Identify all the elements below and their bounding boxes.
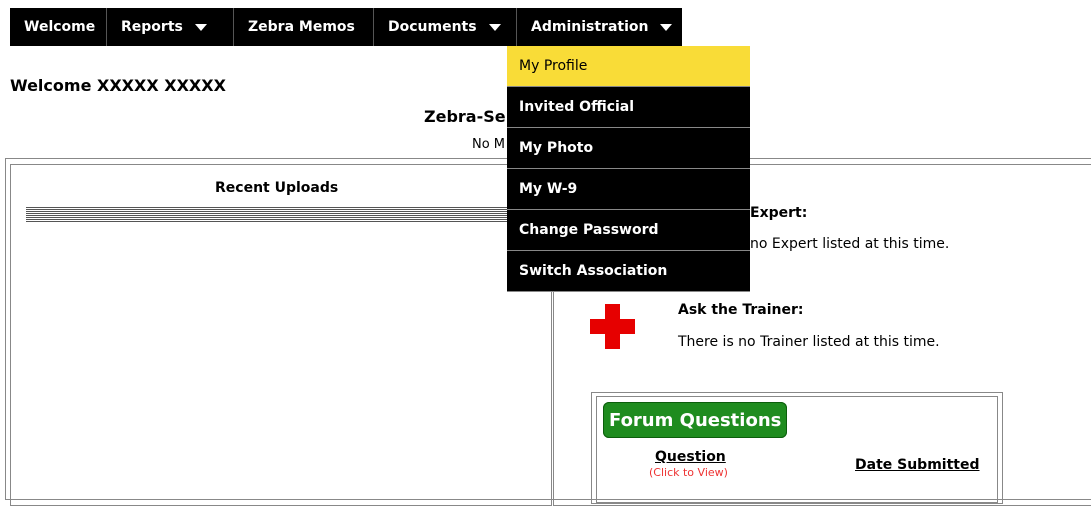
nav-memos-label: Zebra Memos xyxy=(248,19,355,35)
trainer-heading: Ask the Trainer: xyxy=(678,302,804,318)
no-messages-text: No M xyxy=(472,137,506,152)
recent-uploads-title: Recent Uploads xyxy=(215,180,339,196)
administration-dropdown: My Profile Invited Official My Photo My … xyxy=(507,46,750,292)
nav-reports-label: Reports xyxy=(121,19,183,35)
nav-zebra-memos[interactable]: Zebra Memos xyxy=(234,8,374,46)
chevron-down-icon xyxy=(194,23,207,31)
date-submitted-column-header[interactable]: Date Submitted xyxy=(855,457,980,473)
menu-item-my-profile[interactable]: My Profile xyxy=(507,46,750,87)
nav-admin-label: Administration xyxy=(531,19,649,35)
chevron-down-icon xyxy=(488,23,501,31)
nav-documents-label: Documents xyxy=(388,19,477,35)
red-cross-icon xyxy=(590,304,635,349)
menu-item-invited-official[interactable]: Invited Official xyxy=(507,87,750,128)
chevron-down-icon xyxy=(660,23,673,31)
recent-uploads-divider xyxy=(26,207,516,223)
nav-welcome-label: Welcome xyxy=(24,19,96,35)
trainer-text: There is no Trainer listed at this time. xyxy=(678,334,940,350)
menu-item-change-password[interactable]: Change Password xyxy=(507,210,750,251)
nav-reports[interactable]: Reports xyxy=(107,8,234,46)
menu-item-switch-association[interactable]: Switch Association xyxy=(507,251,750,292)
page-title: Zebra-Se xyxy=(424,107,506,126)
welcome-heading: Welcome XXXXX XXXXX xyxy=(10,76,226,95)
nav-administration[interactable]: Administration xyxy=(517,8,682,46)
menu-item-my-photo[interactable]: My Photo xyxy=(507,128,750,169)
top-nav: Welcome Reports Zebra Memos Documents Ad… xyxy=(10,8,682,46)
nav-documents[interactable]: Documents xyxy=(374,8,517,46)
forum-questions-button[interactable]: Forum Questions xyxy=(603,402,788,438)
expert-text: no Expert listed at this time. xyxy=(750,236,950,252)
nav-welcome[interactable]: Welcome xyxy=(10,8,107,46)
question-column-header[interactable]: Question xyxy=(655,449,726,465)
menu-item-my-w9[interactable]: My W-9 xyxy=(507,169,750,210)
click-to-view-hint: (Click to View) xyxy=(649,466,728,479)
expert-heading: Expert: xyxy=(750,205,808,221)
